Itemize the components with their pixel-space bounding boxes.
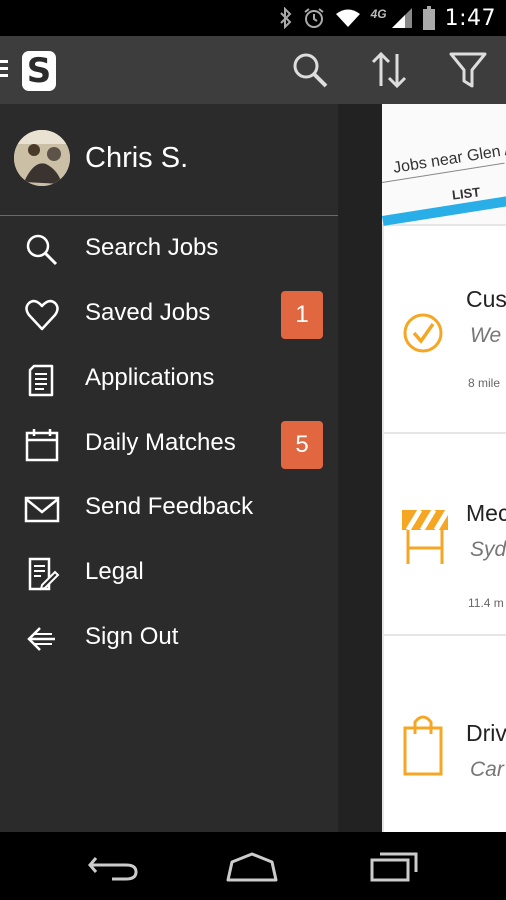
signal-icon bbox=[391, 8, 412, 28]
job-company: We Tr bbox=[470, 324, 506, 347]
job-company: Sydn bbox=[470, 538, 506, 561]
job-card[interactable]: Drive Car p bbox=[384, 636, 506, 832]
system-nav-bar bbox=[0, 832, 506, 900]
job-card[interactable]: Custo We Tr 8 mile bbox=[384, 226, 506, 432]
nav-item-label: Saved Jobs bbox=[85, 299, 211, 326]
nav-item-send-feedback[interactable]: Send Feedback bbox=[0, 477, 338, 541]
wifi-icon bbox=[335, 9, 360, 27]
calendar-icon bbox=[25, 429, 59, 462]
legal-document-icon bbox=[28, 557, 60, 591]
bluetooth-icon bbox=[279, 7, 291, 29]
nav-item-label: Sign Out bbox=[85, 623, 179, 650]
tab-indicator bbox=[382, 194, 506, 226]
job-company: Car p bbox=[470, 758, 506, 781]
job-list-header: Jobs near Glen A LIST bbox=[382, 104, 506, 226]
sort-icon[interactable] bbox=[369, 50, 409, 90]
nav-item-legal[interactable]: Legal bbox=[0, 542, 338, 606]
job-title: Mech bbox=[466, 500, 506, 526]
status-bar: 4G 1:47 bbox=[0, 0, 506, 36]
user-name[interactable]: Chris S. bbox=[85, 142, 188, 175]
action-bar: S bbox=[0, 36, 506, 104]
nav-item-saved-jobs[interactable]: Saved Jobs 1 bbox=[0, 283, 338, 347]
nav-item-search-jobs[interactable]: Search Jobs bbox=[0, 218, 338, 282]
construction-barrier-icon bbox=[402, 508, 448, 564]
nav-item-applications[interactable]: Applications bbox=[0, 348, 338, 412]
alarm-icon bbox=[303, 8, 324, 28]
arrow-left-icon bbox=[27, 627, 55, 651]
nav-item-sign-out[interactable]: Sign Out bbox=[0, 607, 338, 671]
checkmark-circle-icon bbox=[403, 313, 443, 353]
envelope-icon bbox=[24, 496, 60, 523]
recents-icon[interactable] bbox=[364, 848, 424, 884]
navigation-drawer: Chris S. Search Jobs Saved Jobs 1 Applic… bbox=[0, 104, 338, 832]
job-title: Drive bbox=[466, 720, 506, 746]
heart-icon bbox=[25, 299, 59, 331]
nav-item-daily-matches[interactable]: Daily Matches 5 bbox=[0, 413, 338, 477]
back-icon[interactable] bbox=[82, 848, 142, 884]
job-card[interactable]: Mech Sydn 11.4 m bbox=[384, 434, 506, 634]
logo-letter: S bbox=[26, 51, 52, 91]
drawer-scrim[interactable] bbox=[338, 104, 382, 832]
avatar[interactable] bbox=[14, 130, 70, 186]
divider bbox=[0, 215, 338, 216]
job-title: Custo bbox=[466, 286, 506, 312]
nav-item-label: Daily Matches bbox=[85, 429, 236, 456]
nav-item-label: Send Feedback bbox=[85, 493, 254, 520]
status-time: 1:47 bbox=[444, 5, 496, 31]
network-type-label: 4G bbox=[370, 7, 387, 21]
job-distance: 8 mile bbox=[468, 376, 501, 390]
shopping-bag-icon bbox=[403, 715, 443, 776]
avatar-photo bbox=[14, 130, 70, 186]
nav-item-label: Legal bbox=[85, 558, 144, 585]
menu-icon[interactable] bbox=[0, 60, 8, 80]
document-icon bbox=[28, 364, 54, 397]
job-distance: 11.4 m bbox=[468, 596, 504, 610]
search-icon bbox=[26, 234, 58, 266]
saved-jobs-badge: 1 bbox=[281, 291, 323, 339]
home-icon[interactable] bbox=[222, 848, 282, 884]
app-logo[interactable]: S bbox=[22, 51, 56, 91]
daily-matches-badge: 5 bbox=[281, 421, 323, 469]
nav-item-label: Search Jobs bbox=[85, 234, 219, 261]
search-icon[interactable] bbox=[290, 50, 330, 90]
job-list-panel: Jobs near Glen A LIST Custo We Tr 8 mile… bbox=[382, 104, 506, 832]
battery-icon bbox=[422, 6, 435, 30]
filter-icon[interactable] bbox=[448, 50, 488, 90]
nav-item-label: Applications bbox=[85, 364, 215, 391]
